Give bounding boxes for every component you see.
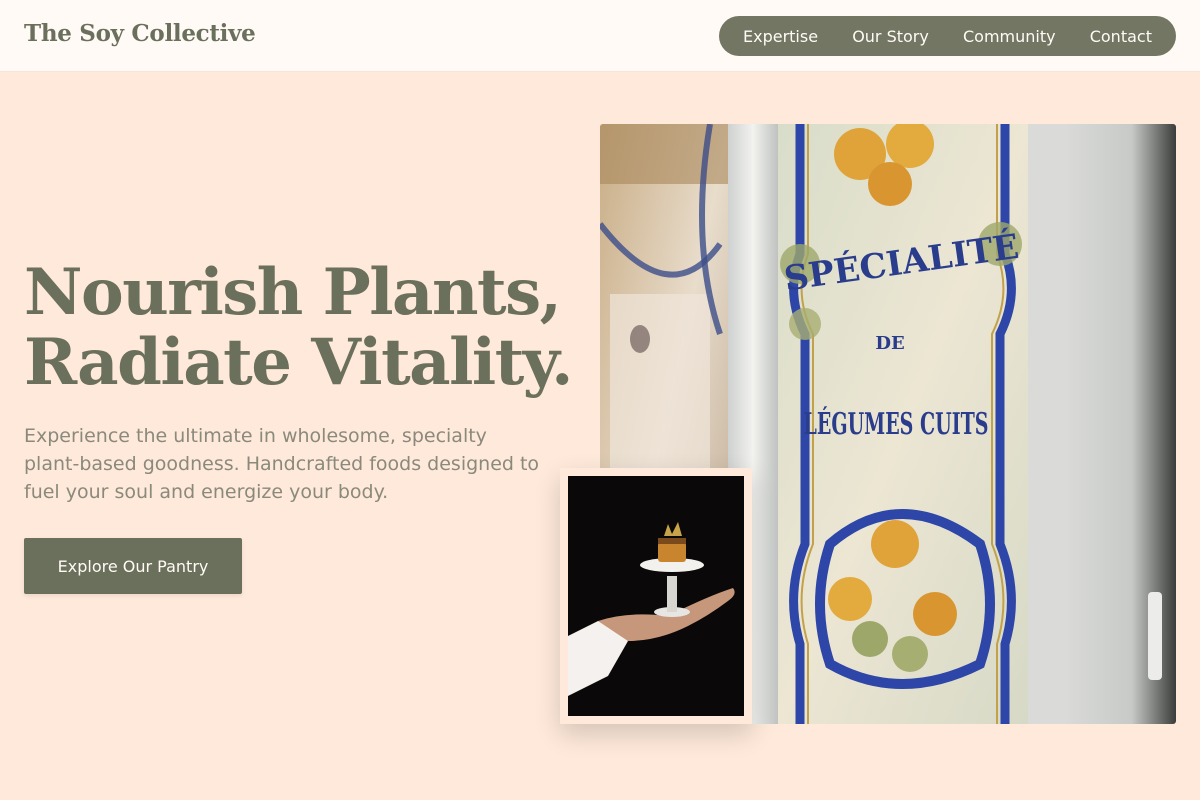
brand-logo[interactable]: The Soy Collective [24, 20, 256, 47]
hero-headline-line-1: Nourish Plants, [24, 255, 562, 330]
hero-headline: Nourish Plants, Radiate Vitality. [24, 258, 584, 398]
nav-link-community[interactable]: Community [963, 27, 1056, 46]
hero-headline-line-2: Radiate Vitality. [24, 325, 573, 400]
nav-link-our-story[interactable]: Our Story [852, 27, 929, 46]
nav-link-expertise[interactable]: Expertise [743, 27, 818, 46]
sign-text-line-3: LÉGUMES CUITS [804, 406, 989, 442]
explore-pantry-button[interactable]: Explore Our Pantry [24, 538, 242, 594]
sign-text-line-2: DE [875, 333, 904, 354]
hero-secondary-image [568, 476, 744, 716]
site-header: The Soy Collective Expertise Our Story C… [0, 0, 1200, 72]
plated-dessert-illustration [568, 476, 744, 716]
hero-secondary-image-frame [560, 468, 752, 724]
main-nav: Expertise Our Story Community Contact [719, 16, 1176, 56]
hero-subtext: Experience the ultimate in wholesome, sp… [24, 425, 540, 503]
nav-link-contact[interactable]: Contact [1090, 27, 1152, 46]
